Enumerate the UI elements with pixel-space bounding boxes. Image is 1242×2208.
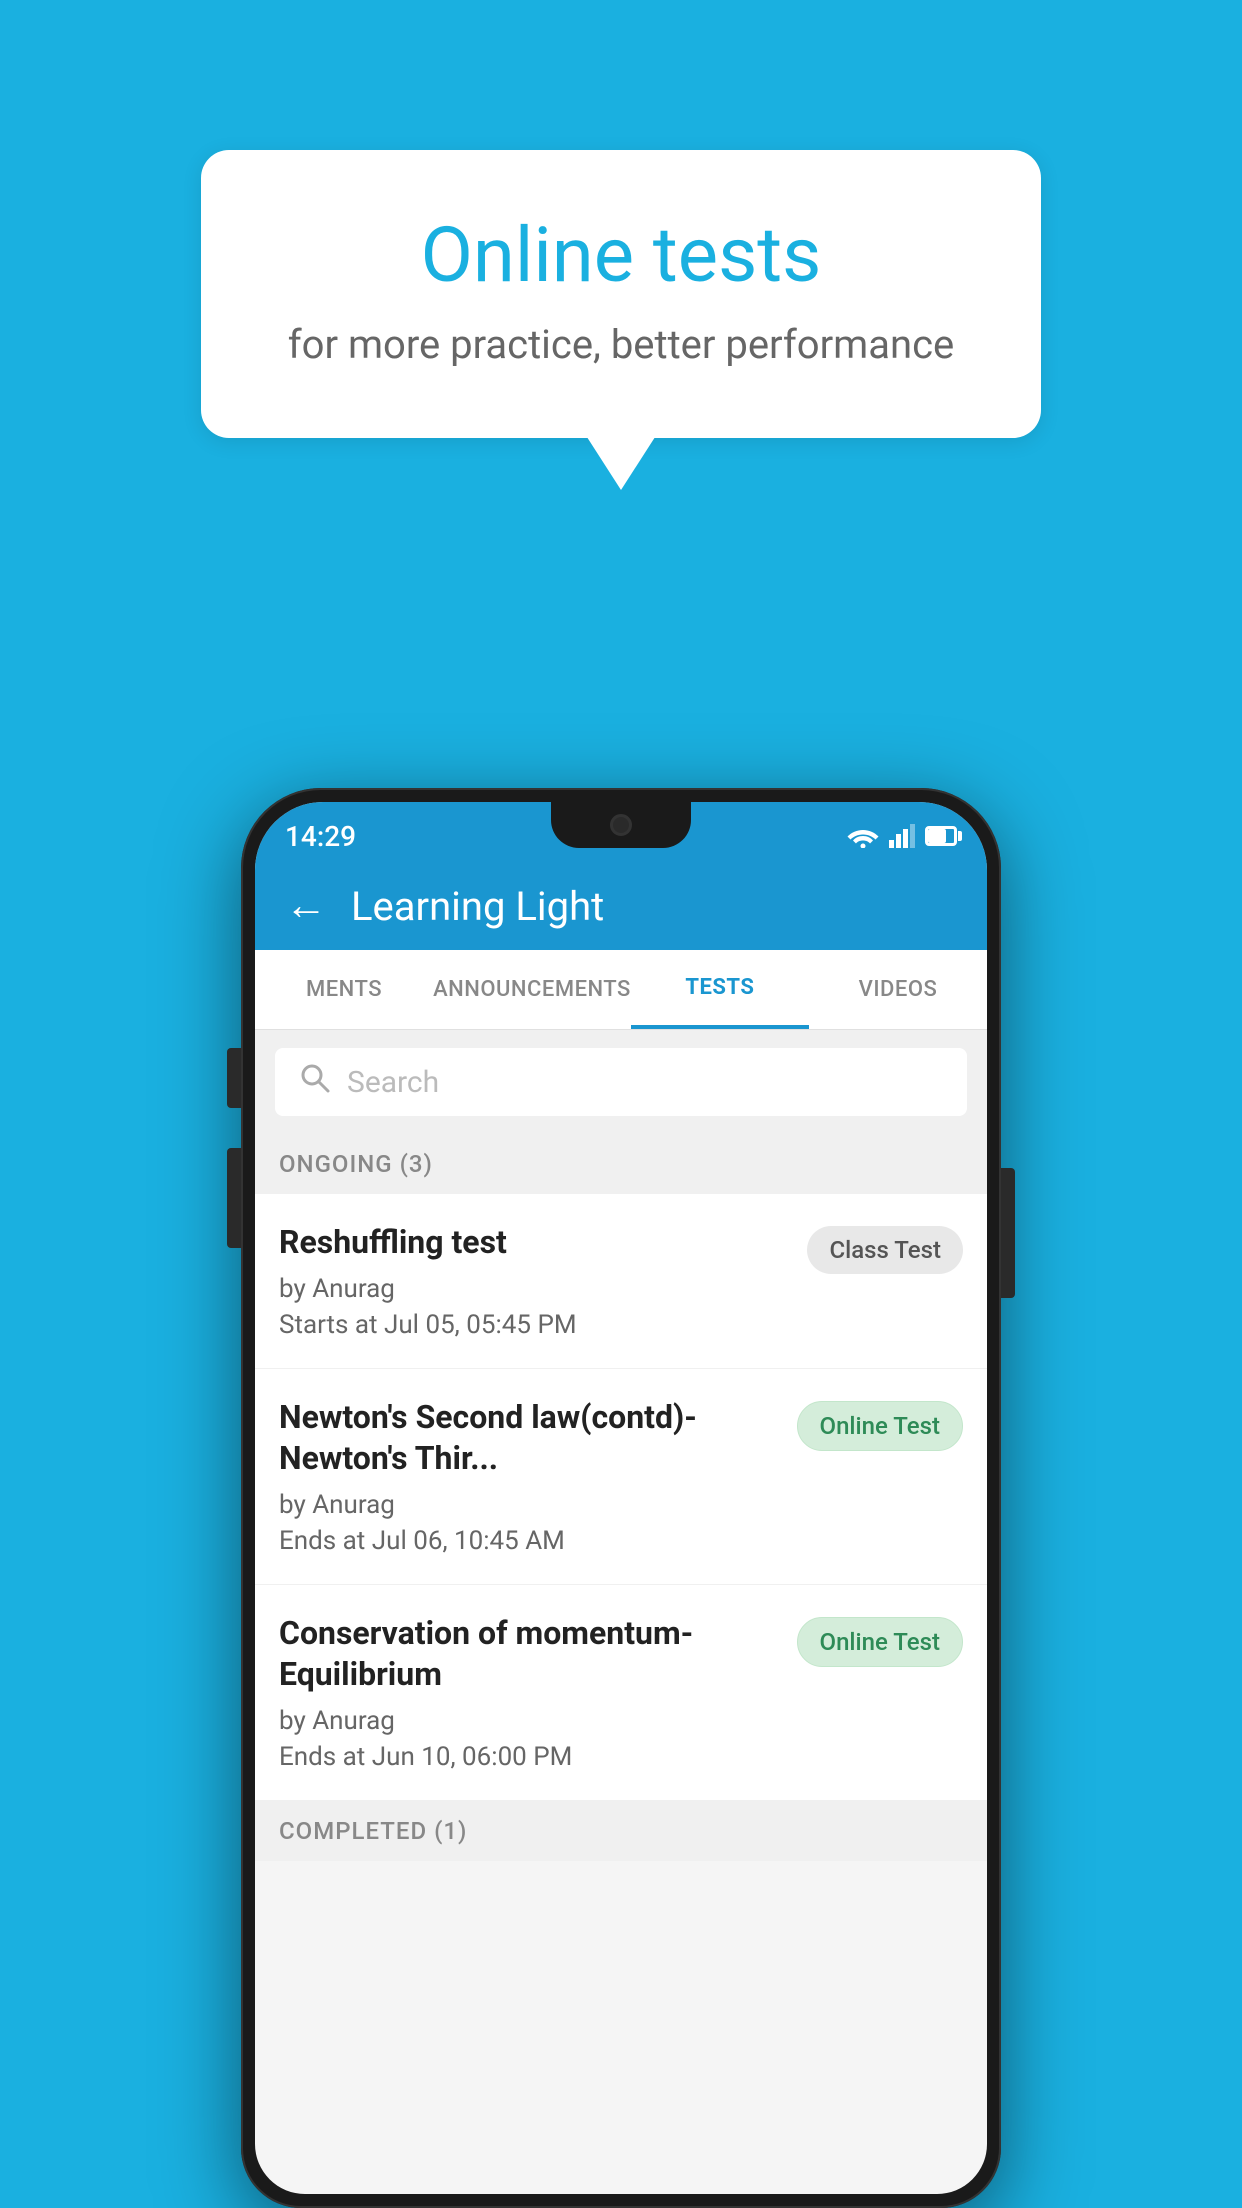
online-test-badge: Online Test: [797, 1617, 963, 1667]
completed-label: COMPLETED (1): [279, 1817, 467, 1845]
tab-assignments[interactable]: MENTS: [255, 950, 433, 1029]
tab-announcements[interactable]: ANNOUNCEMENTS: [433, 950, 631, 1029]
wifi-icon: [847, 824, 879, 848]
test-time: Ends at Jul 06, 10:45 AM: [279, 1526, 781, 1556]
completed-section-header: COMPLETED (1): [255, 1801, 987, 1861]
test-name: Newton's Second law(contd)-Newton's Thir…: [279, 1397, 781, 1480]
test-by: by Anurag: [279, 1490, 781, 1520]
test-name: Reshuffling test: [279, 1222, 791, 1264]
phone-frame: 14:29: [241, 788, 1001, 2208]
test-info: Conservation of momentum-Equilibrium by …: [279, 1613, 781, 1772]
speech-bubble-subtitle: for more practice, better performance: [281, 321, 961, 368]
phone-container: 14:29: [241, 788, 1001, 2208]
list-item[interactable]: Conservation of momentum-Equilibrium by …: [255, 1585, 987, 1801]
test-by: by Anurag: [279, 1706, 781, 1736]
status-time: 14:29: [285, 820, 356, 853]
test-time: Ends at Jun 10, 06:00 PM: [279, 1742, 781, 1772]
notch: [551, 802, 691, 848]
list-item[interactable]: Reshuffling test by Anurag Starts at Jul…: [255, 1194, 987, 1369]
status-icons: [847, 824, 957, 848]
volume-up-button: [227, 1048, 241, 1108]
front-camera: [610, 814, 632, 836]
speech-bubble-title: Online tests: [281, 210, 961, 301]
battery-icon: [925, 826, 957, 846]
test-list: Reshuffling test by Anurag Starts at Jul…: [255, 1194, 987, 1801]
test-by: by Anurag: [279, 1274, 791, 1304]
search-placeholder: Search: [347, 1065, 439, 1100]
test-name: Conservation of momentum-Equilibrium: [279, 1613, 781, 1696]
speech-bubble-container: Online tests for more practice, better p…: [201, 150, 1041, 438]
phone-screen: 14:29: [255, 802, 987, 2194]
tab-bar: MENTS ANNOUNCEMENTS TESTS VIDEOS: [255, 950, 987, 1030]
search-container: Search: [255, 1030, 987, 1134]
ongoing-section-header: ONGOING (3): [255, 1134, 987, 1194]
back-button[interactable]: ←: [285, 885, 327, 927]
search-icon: [299, 1061, 331, 1103]
test-time: Starts at Jul 05, 05:45 PM: [279, 1310, 791, 1340]
volume-down-button: [227, 1148, 241, 1248]
class-test-badge: Class Test: [807, 1226, 963, 1274]
tab-tests[interactable]: TESTS: [631, 950, 809, 1029]
tab-videos[interactable]: VIDEOS: [809, 950, 987, 1029]
app-title: Learning Light: [351, 883, 604, 930]
power-button: [1001, 1168, 1015, 1298]
ongoing-label: ONGOING (3): [279, 1150, 433, 1178]
online-test-badge: Online Test: [797, 1401, 963, 1451]
test-info: Reshuffling test by Anurag Starts at Jul…: [279, 1222, 791, 1340]
list-item[interactable]: Newton's Second law(contd)-Newton's Thir…: [255, 1369, 987, 1585]
battery-indicator: [925, 826, 957, 846]
search-bar[interactable]: Search: [275, 1048, 967, 1116]
app-header: ← Learning Light: [255, 862, 987, 950]
speech-bubble: Online tests for more practice, better p…: [201, 150, 1041, 438]
signal-icon: [889, 824, 915, 848]
test-info: Newton's Second law(contd)-Newton's Thir…: [279, 1397, 781, 1556]
